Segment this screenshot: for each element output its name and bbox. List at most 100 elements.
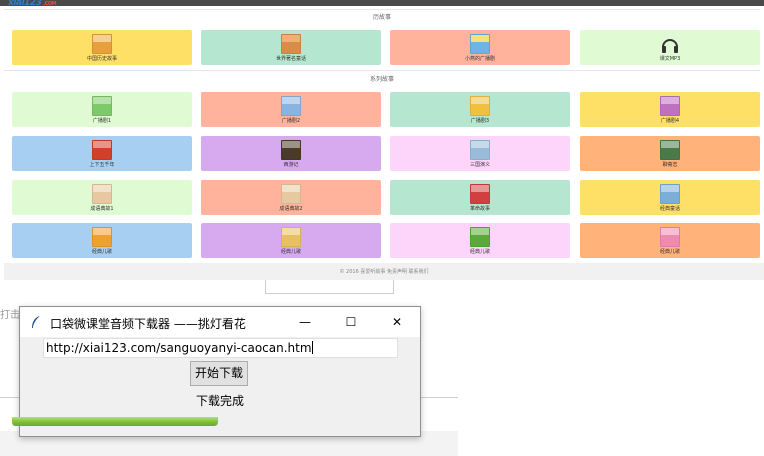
tile-thumbnail [470,96,490,116]
tile-series-6[interactable]: 三国演义 [390,136,570,171]
close-button[interactable]: ✕ [374,307,420,337]
section-title-history: 历故事 [372,14,391,21]
text-caret [311,341,313,354]
tile-label: 成语典故2 [279,206,303,212]
tile-series-7[interactable]: 聊斋志 [580,136,760,171]
thumb-top [93,185,111,193]
background-element [265,280,394,294]
tile-series-0[interactable]: 广播剧1 [12,92,192,127]
site-footer: © 2016 喜爱听故事 免责声明 联系我们 [4,263,764,280]
headphones-icon [662,39,678,53]
logo-text: xiai123 [8,0,42,8]
tile-thumbnail [92,227,112,247]
tile-series-8[interactable]: 成语典故1 [12,180,192,215]
window-titlebar[interactable]: 口袋微课堂音频下载器 ——挑灯看花 — ☐ ✕ [20,307,420,337]
tile-label: 成语典故1 [90,206,114,212]
tile-label: 经典儿歌 [659,249,680,255]
tile-row1-1[interactable]: 世界著名童话 [201,30,381,65]
section-divider [4,70,760,71]
thumb-bottom [471,42,489,53]
tile-label: 聊斋志 [662,162,678,168]
tile-thumbnail [281,227,301,247]
tile-thumbnail [92,140,112,160]
tile-label: 广播剧2 [281,118,301,124]
tile-row1-2[interactable]: 小燕的广播剧 [390,30,570,65]
thumb-top [661,228,679,236]
tile-row1-0[interactable]: 中国历史故事 [12,30,192,65]
section-divider [4,9,760,10]
tile-thumbnail [92,96,112,116]
tile-thumbnail [660,140,680,160]
tile-series-14[interactable]: 经典儿歌 [390,223,570,258]
tile-label: 广播剧1 [92,118,112,124]
tile-row1-3[interactable]: 课文MP3 [580,30,760,65]
tile-series-2[interactable]: 广播剧3 [390,92,570,127]
tile-thumbnail [92,34,112,54]
tile-series-4[interactable]: 上下五千年 [12,136,192,171]
tile-series-10[interactable]: 革命故事 [390,180,570,215]
thumb-top [471,97,489,105]
background-partial-text: 打击 [0,310,20,321]
thumb-top [282,141,300,149]
maximize-button[interactable]: ☐ [328,307,374,337]
tile-thumbnail [470,184,490,204]
logo-suffix: .COM [43,1,57,7]
tile-thumbnail [281,34,301,54]
window-title: 口袋微课堂音频下载器 ——挑灯看花 [50,317,246,331]
tile-series-15[interactable]: 经典儿歌 [580,223,760,258]
thumb-top [471,228,489,236]
tile-label: 小燕的广播剧 [464,56,495,62]
tile-label: 广播剧3 [470,118,490,124]
thumb-top [661,185,679,193]
minimize-button[interactable]: — [282,307,328,337]
section-title-series: 系列故事 [369,76,394,83]
tile-label: 上下五千年 [89,162,115,168]
tile-thumbnail [660,184,680,204]
tile-series-9[interactable]: 成语典故2 [201,180,381,215]
tile-thumbnail [470,227,490,247]
site-logo[interactable]: xiai123 .COM [8,0,57,8]
thumb-top [93,141,111,149]
tile-label: 经典儿歌 [280,249,301,255]
tile-thumbnail [660,96,680,116]
tile-series-12[interactable]: 经典儿歌 [12,223,192,258]
tile-thumbnail [281,184,301,204]
thumb-top [661,141,679,149]
tile-label: 世界著名童话 [275,56,306,62]
thumb-top [282,35,300,43]
thumb-top [282,97,300,105]
start-download-button[interactable]: 开始下载 [190,361,248,386]
tile-label: 经典童话 [659,206,680,212]
thumb-top [93,97,111,105]
tile-label: 三国演义 [469,162,490,168]
thumb-top [471,141,489,149]
downloader-window: 口袋微课堂音频下载器 ——挑灯看花 — ☐ ✕ http://xiai123.c… [12,306,421,437]
tile-thumbnail [470,34,490,54]
thumb-top [661,97,679,105]
tile-series-13[interactable]: 经典儿歌 [201,223,381,258]
tile-thumbnail [281,140,301,160]
thumb-top [93,228,111,236]
tile-series-3[interactable]: 广播剧4 [580,92,760,127]
tile-label: 经典儿歌 [469,249,490,255]
site-topbar [0,0,764,6]
tile-series-5[interactable]: 西游记 [201,136,381,171]
tile-label: 中国历史故事 [86,56,117,62]
progress-bar-fill [12,417,218,426]
tile-series-11[interactable]: 经典童话 [580,180,760,215]
tile-thumbnail [470,140,490,160]
thumb-top [471,185,489,193]
thumb-top [282,228,300,236]
feather-icon [32,315,41,328]
tile-series-1[interactable]: 广播剧2 [201,92,381,127]
tile-thumbnail [660,227,680,247]
thumb-top [93,35,111,43]
tile-label: 西游记 [283,162,299,168]
tile-thumbnail [92,184,112,204]
thumb-bottom [93,42,111,53]
tile-thumbnail [281,96,301,116]
progress-bar [12,417,218,426]
url-input[interactable]: http://xiai123.com/sanguoyanyi-caocan.ht… [43,338,398,358]
thumb-top [471,35,489,43]
thumb-top [282,185,300,193]
